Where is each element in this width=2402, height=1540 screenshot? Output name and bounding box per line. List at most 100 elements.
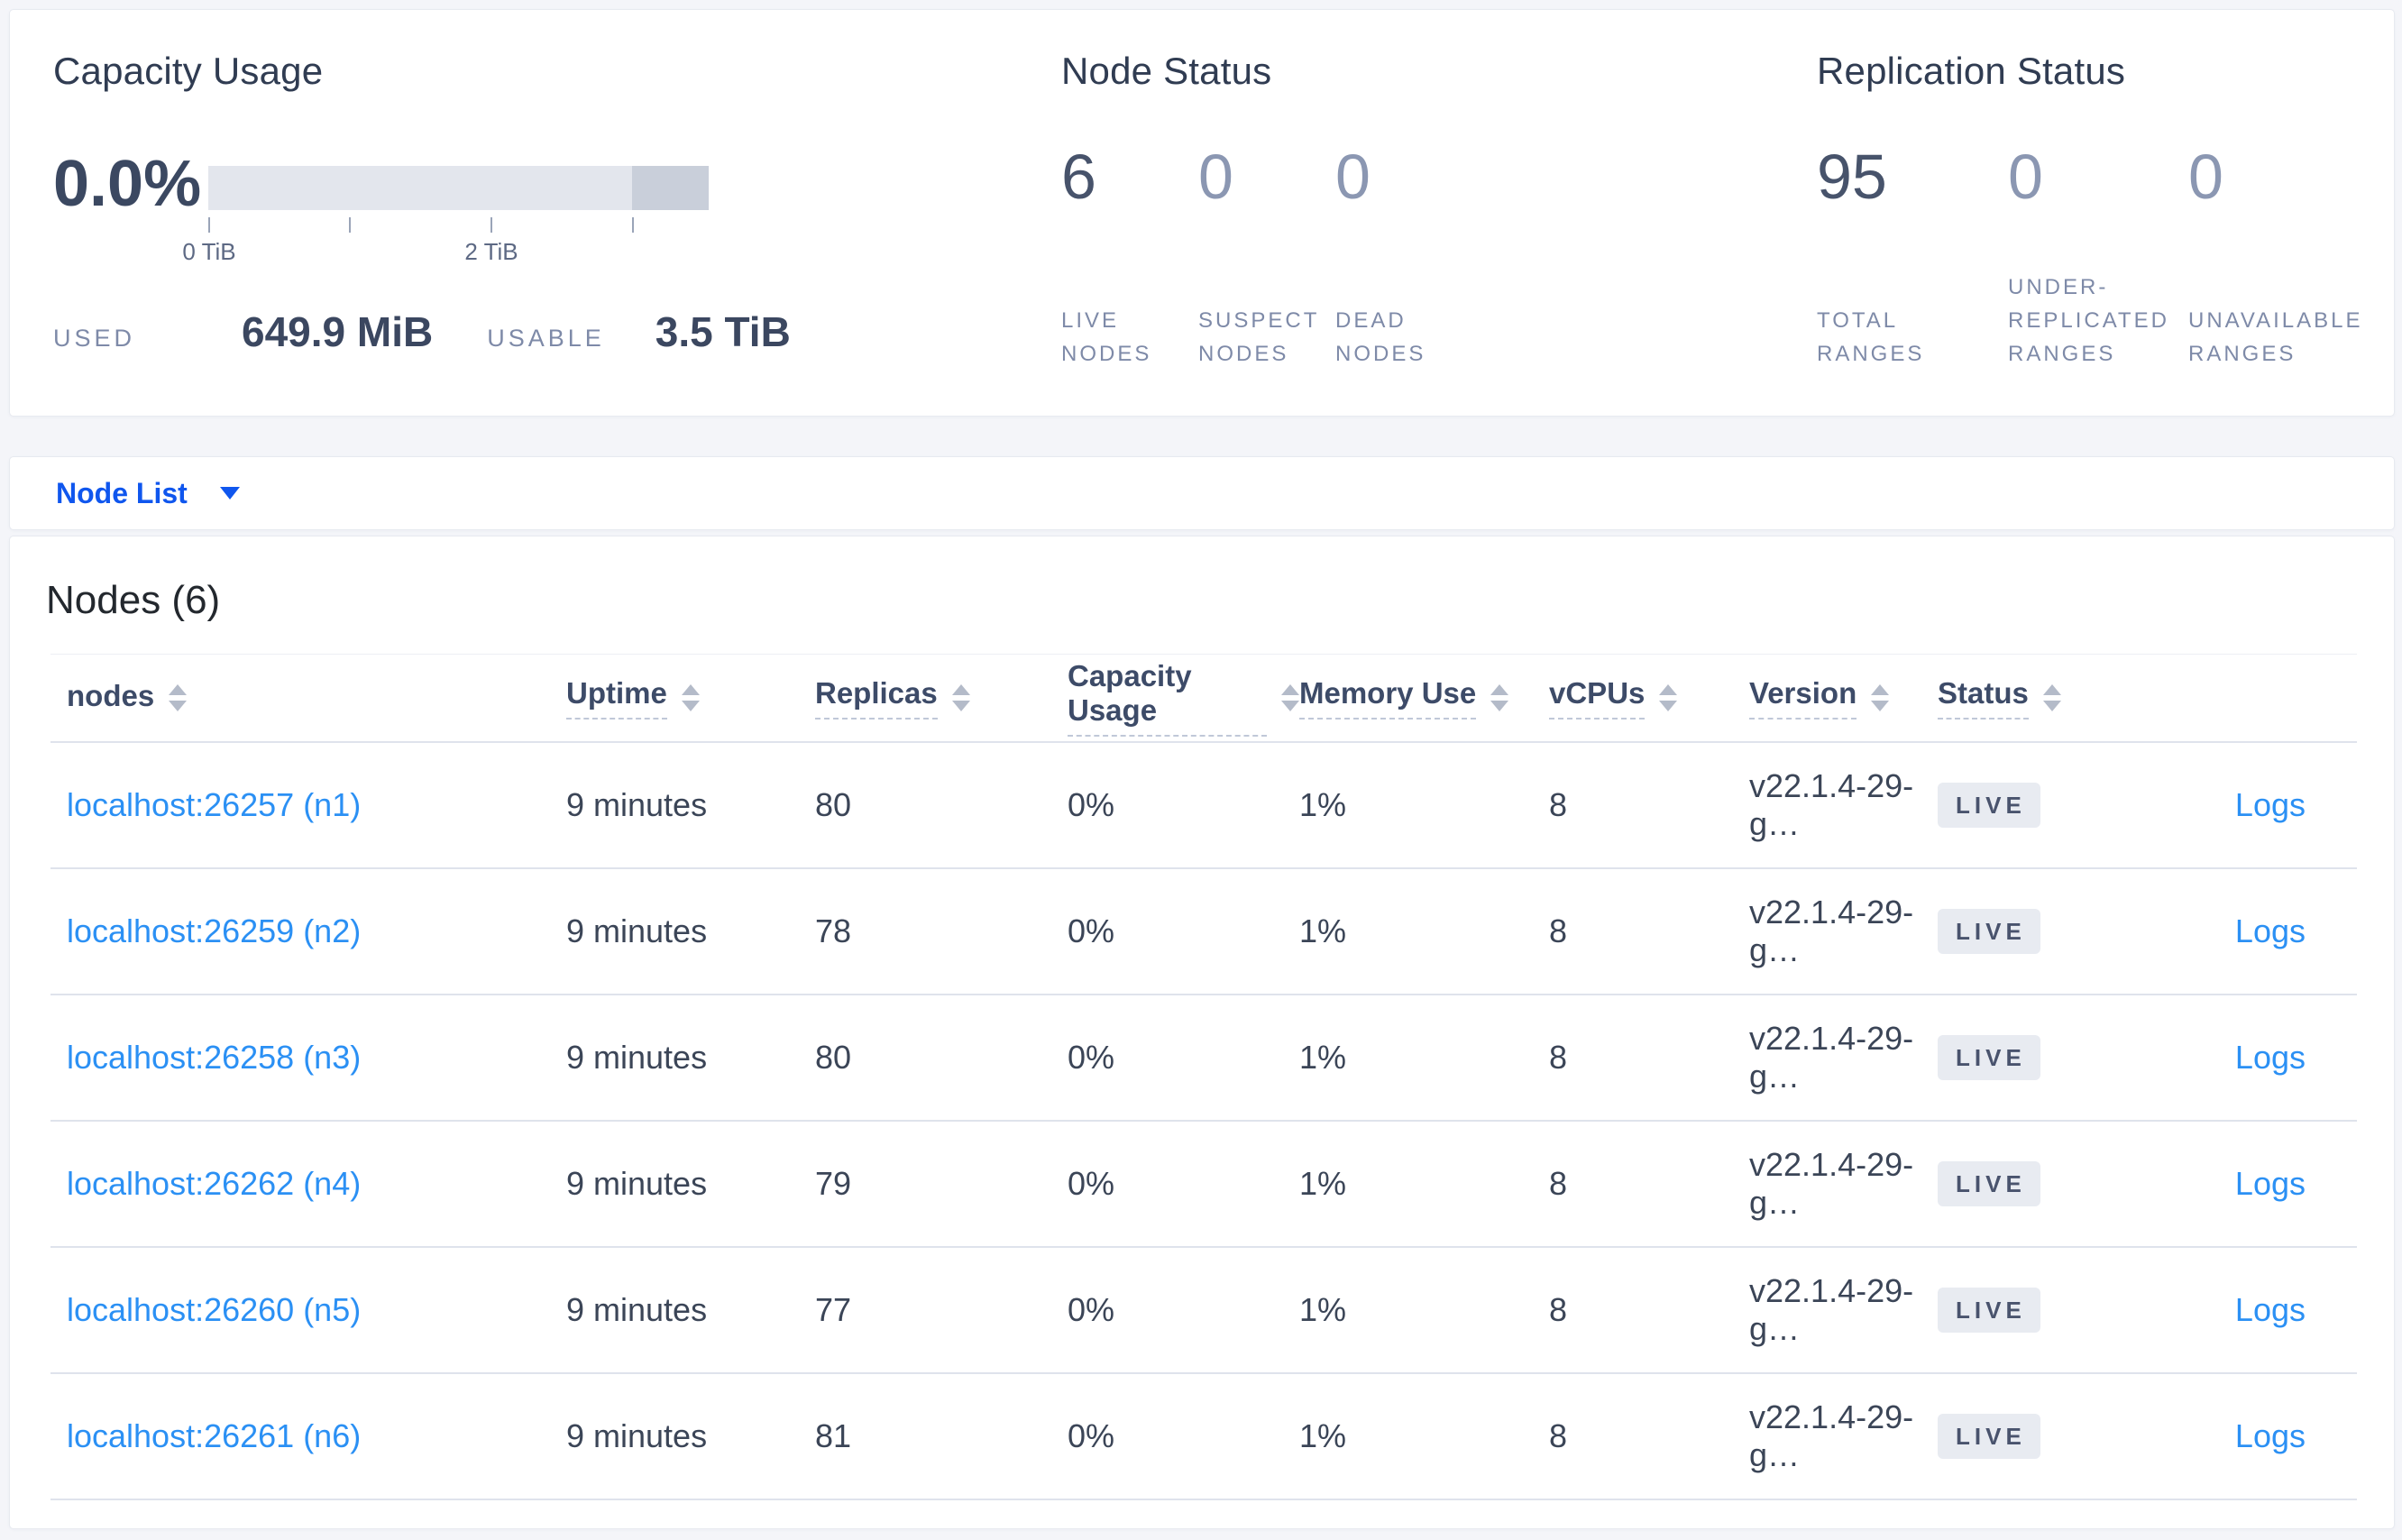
- node-link[interactable]: localhost:26257 (n1): [67, 786, 361, 823]
- axis-tick: [349, 217, 351, 233]
- replicas-cell: 81: [815, 1417, 852, 1454]
- usable-label: USABLE: [487, 325, 605, 352]
- sort-icon: [1490, 684, 1509, 711]
- node-link[interactable]: localhost:26262 (n4): [67, 1165, 361, 1202]
- version-cell: v22.1.4-29-g…: [1749, 1272, 1914, 1347]
- table-row: localhost:26258 (n3) 9 minutes 80 0% 1% …: [10, 995, 2394, 1120]
- nodes-table-title: Nodes (6): [46, 578, 221, 622]
- nodes-table-panel: Nodes (6) nodes Uptime Replicas Capacity…: [9, 536, 2395, 1529]
- total-ranges-value: 95: [1817, 142, 1887, 212]
- status-badge: LIVE: [1938, 1035, 2040, 1080]
- node-link[interactable]: localhost:26258 (n3): [67, 1039, 361, 1076]
- memory-use-cell: 1%: [1299, 1165, 1347, 1202]
- live-nodes-label: LIVE NODES: [1061, 308, 1152, 366]
- logs-link[interactable]: Logs: [2235, 1165, 2306, 1202]
- node-link[interactable]: localhost:26261 (n6): [67, 1417, 361, 1454]
- axis-tick: [490, 217, 492, 233]
- node-status-title: Node Status: [1061, 50, 1272, 92]
- logs-link[interactable]: Logs: [2235, 1417, 2306, 1454]
- capacity-percent: 0.0%: [53, 148, 202, 220]
- node-status-labels: LIVE NODES SUSPECT NODES DEAD NODES: [1061, 252, 1472, 371]
- sort-icon: [681, 684, 700, 711]
- capacity-bar-chart: 0 TiB 2 TiB: [182, 166, 709, 274]
- column-header-vcpus[interactable]: vCPUs: [1549, 676, 1749, 720]
- replication-status-panel: Replication Status 95 0 0 TOTAL RANGES U…: [1817, 10, 2376, 416]
- memory-use-cell: 1%: [1299, 1417, 1347, 1454]
- row-separator: [50, 1499, 2357, 1500]
- sort-icon: [951, 684, 970, 711]
- sort-icon: [1871, 684, 1890, 711]
- uptime-cell: 9 minutes: [566, 1039, 708, 1076]
- replicas-cell: 79: [815, 1165, 852, 1202]
- under-replicated-ranges-label: UNDER- REPLICATED RANGES: [2008, 275, 2169, 366]
- logs-link[interactable]: Logs: [2235, 1039, 2306, 1076]
- column-header-capacity-usage[interactable]: Capacity Usage: [1068, 659, 1299, 737]
- replicas-cell: 77: [815, 1291, 852, 1328]
- logs-link[interactable]: Logs: [2235, 912, 2306, 949]
- nodes-table-body: localhost:26257 (n1) 9 minutes 80 0% 1% …: [10, 743, 2394, 1500]
- replicas-cell: 80: [815, 1039, 852, 1076]
- suspect-nodes-label: SUSPECT NODES: [1198, 308, 1320, 366]
- capacity-usage-cell: 0%: [1068, 1417, 1115, 1454]
- vcpus-cell: 8: [1549, 1417, 1568, 1454]
- column-header-replicas[interactable]: Replicas: [815, 676, 1068, 720]
- vcpus-cell: 8: [1549, 912, 1568, 949]
- uptime-cell: 9 minutes: [566, 912, 708, 949]
- cluster-summary-card: Capacity Usage 0.0% 0 TiB 2 TiB USED 649…: [9, 9, 2395, 417]
- table-row: localhost:26259 (n2) 9 minutes 78 0% 1% …: [10, 869, 2394, 994]
- unavailable-ranges-label: UNAVAILABLE RANGES: [2188, 308, 2363, 366]
- under-replicated-ranges-value: 0: [2008, 142, 2043, 212]
- used-label: USED: [53, 325, 136, 352]
- uptime-cell: 9 minutes: [566, 1291, 708, 1328]
- vcpus-cell: 8: [1549, 1291, 1568, 1328]
- table-row: localhost:26257 (n1) 9 minutes 80 0% 1% …: [10, 743, 2394, 867]
- usable-value: 3.5 TiB: [655, 308, 791, 355]
- column-header-memory-use[interactable]: Memory Use: [1299, 676, 1549, 720]
- vcpus-cell: 8: [1549, 1039, 1568, 1076]
- capacity-usage-cell: 0%: [1068, 1039, 1115, 1076]
- vcpus-cell: 8: [1549, 1165, 1568, 1202]
- memory-use-cell: 1%: [1299, 912, 1347, 949]
- dead-nodes-label: DEAD NODES: [1335, 308, 1426, 366]
- column-header-version[interactable]: Version: [1749, 676, 1938, 720]
- memory-use-cell: 1%: [1299, 786, 1347, 823]
- uptime-cell: 9 minutes: [566, 1417, 708, 1454]
- capacity-usage-cell: 0%: [1068, 786, 1115, 823]
- axis-tick-label: 2 TiB: [464, 238, 518, 265]
- live-nodes-value: 6: [1061, 142, 1096, 212]
- replication-status-title: Replication Status: [1817, 50, 2126, 92]
- replication-labels: TOTAL RANGES UNDER- REPLICATED RANGES UN…: [1817, 252, 2387, 371]
- memory-use-cell: 1%: [1299, 1291, 1347, 1328]
- table-row: localhost:26262 (n4) 9 minutes 79 0% 1% …: [10, 1122, 2394, 1246]
- version-cell: v22.1.4-29-g…: [1749, 1020, 1914, 1095]
- version-cell: v22.1.4-29-g…: [1749, 767, 1914, 842]
- unavailable-ranges-value: 0: [2188, 142, 2223, 212]
- node-link[interactable]: localhost:26259 (n2): [67, 912, 361, 949]
- column-header-nodes[interactable]: nodes: [67, 679, 566, 717]
- sort-icon: [1659, 684, 1678, 711]
- column-header-status[interactable]: Status: [1938, 676, 2154, 720]
- node-status-values: 6 0 0: [1061, 145, 1472, 208]
- version-cell: v22.1.4-29-g…: [1749, 894, 1914, 968]
- node-link[interactable]: localhost:26260 (n5): [67, 1291, 361, 1328]
- axis-tick-label: 0 TiB: [182, 238, 236, 265]
- version-cell: v22.1.4-29-g…: [1749, 1146, 1914, 1221]
- capacity-usage-panel: Capacity Usage 0.0% 0 TiB 2 TiB USED 649…: [53, 10, 1045, 416]
- dead-nodes-value: 0: [1335, 142, 1371, 212]
- column-header-uptime[interactable]: Uptime: [566, 676, 815, 720]
- logs-link[interactable]: Logs: [2235, 786, 2306, 823]
- chevron-down-icon: [219, 487, 240, 500]
- logs-link[interactable]: Logs: [2235, 1291, 2306, 1328]
- status-badge: LIVE: [1938, 909, 2040, 954]
- sort-icon: [2042, 684, 2061, 711]
- node-status-panel: Node Status 6 0 0 LIVE NODES SUSPECT NOD…: [1061, 10, 1801, 416]
- capacity-usage-title: Capacity Usage: [53, 50, 324, 92]
- vcpus-cell: 8: [1549, 786, 1568, 823]
- status-badge: LIVE: [1938, 1414, 2040, 1459]
- capacity-usage-cell: 0%: [1068, 912, 1115, 949]
- capacity-bar-segment: [632, 166, 709, 210]
- replicas-cell: 80: [815, 786, 852, 823]
- suspect-nodes-value: 0: [1198, 142, 1233, 212]
- axis-tick: [208, 217, 210, 233]
- node-list-dropdown[interactable]: Node List: [56, 477, 240, 510]
